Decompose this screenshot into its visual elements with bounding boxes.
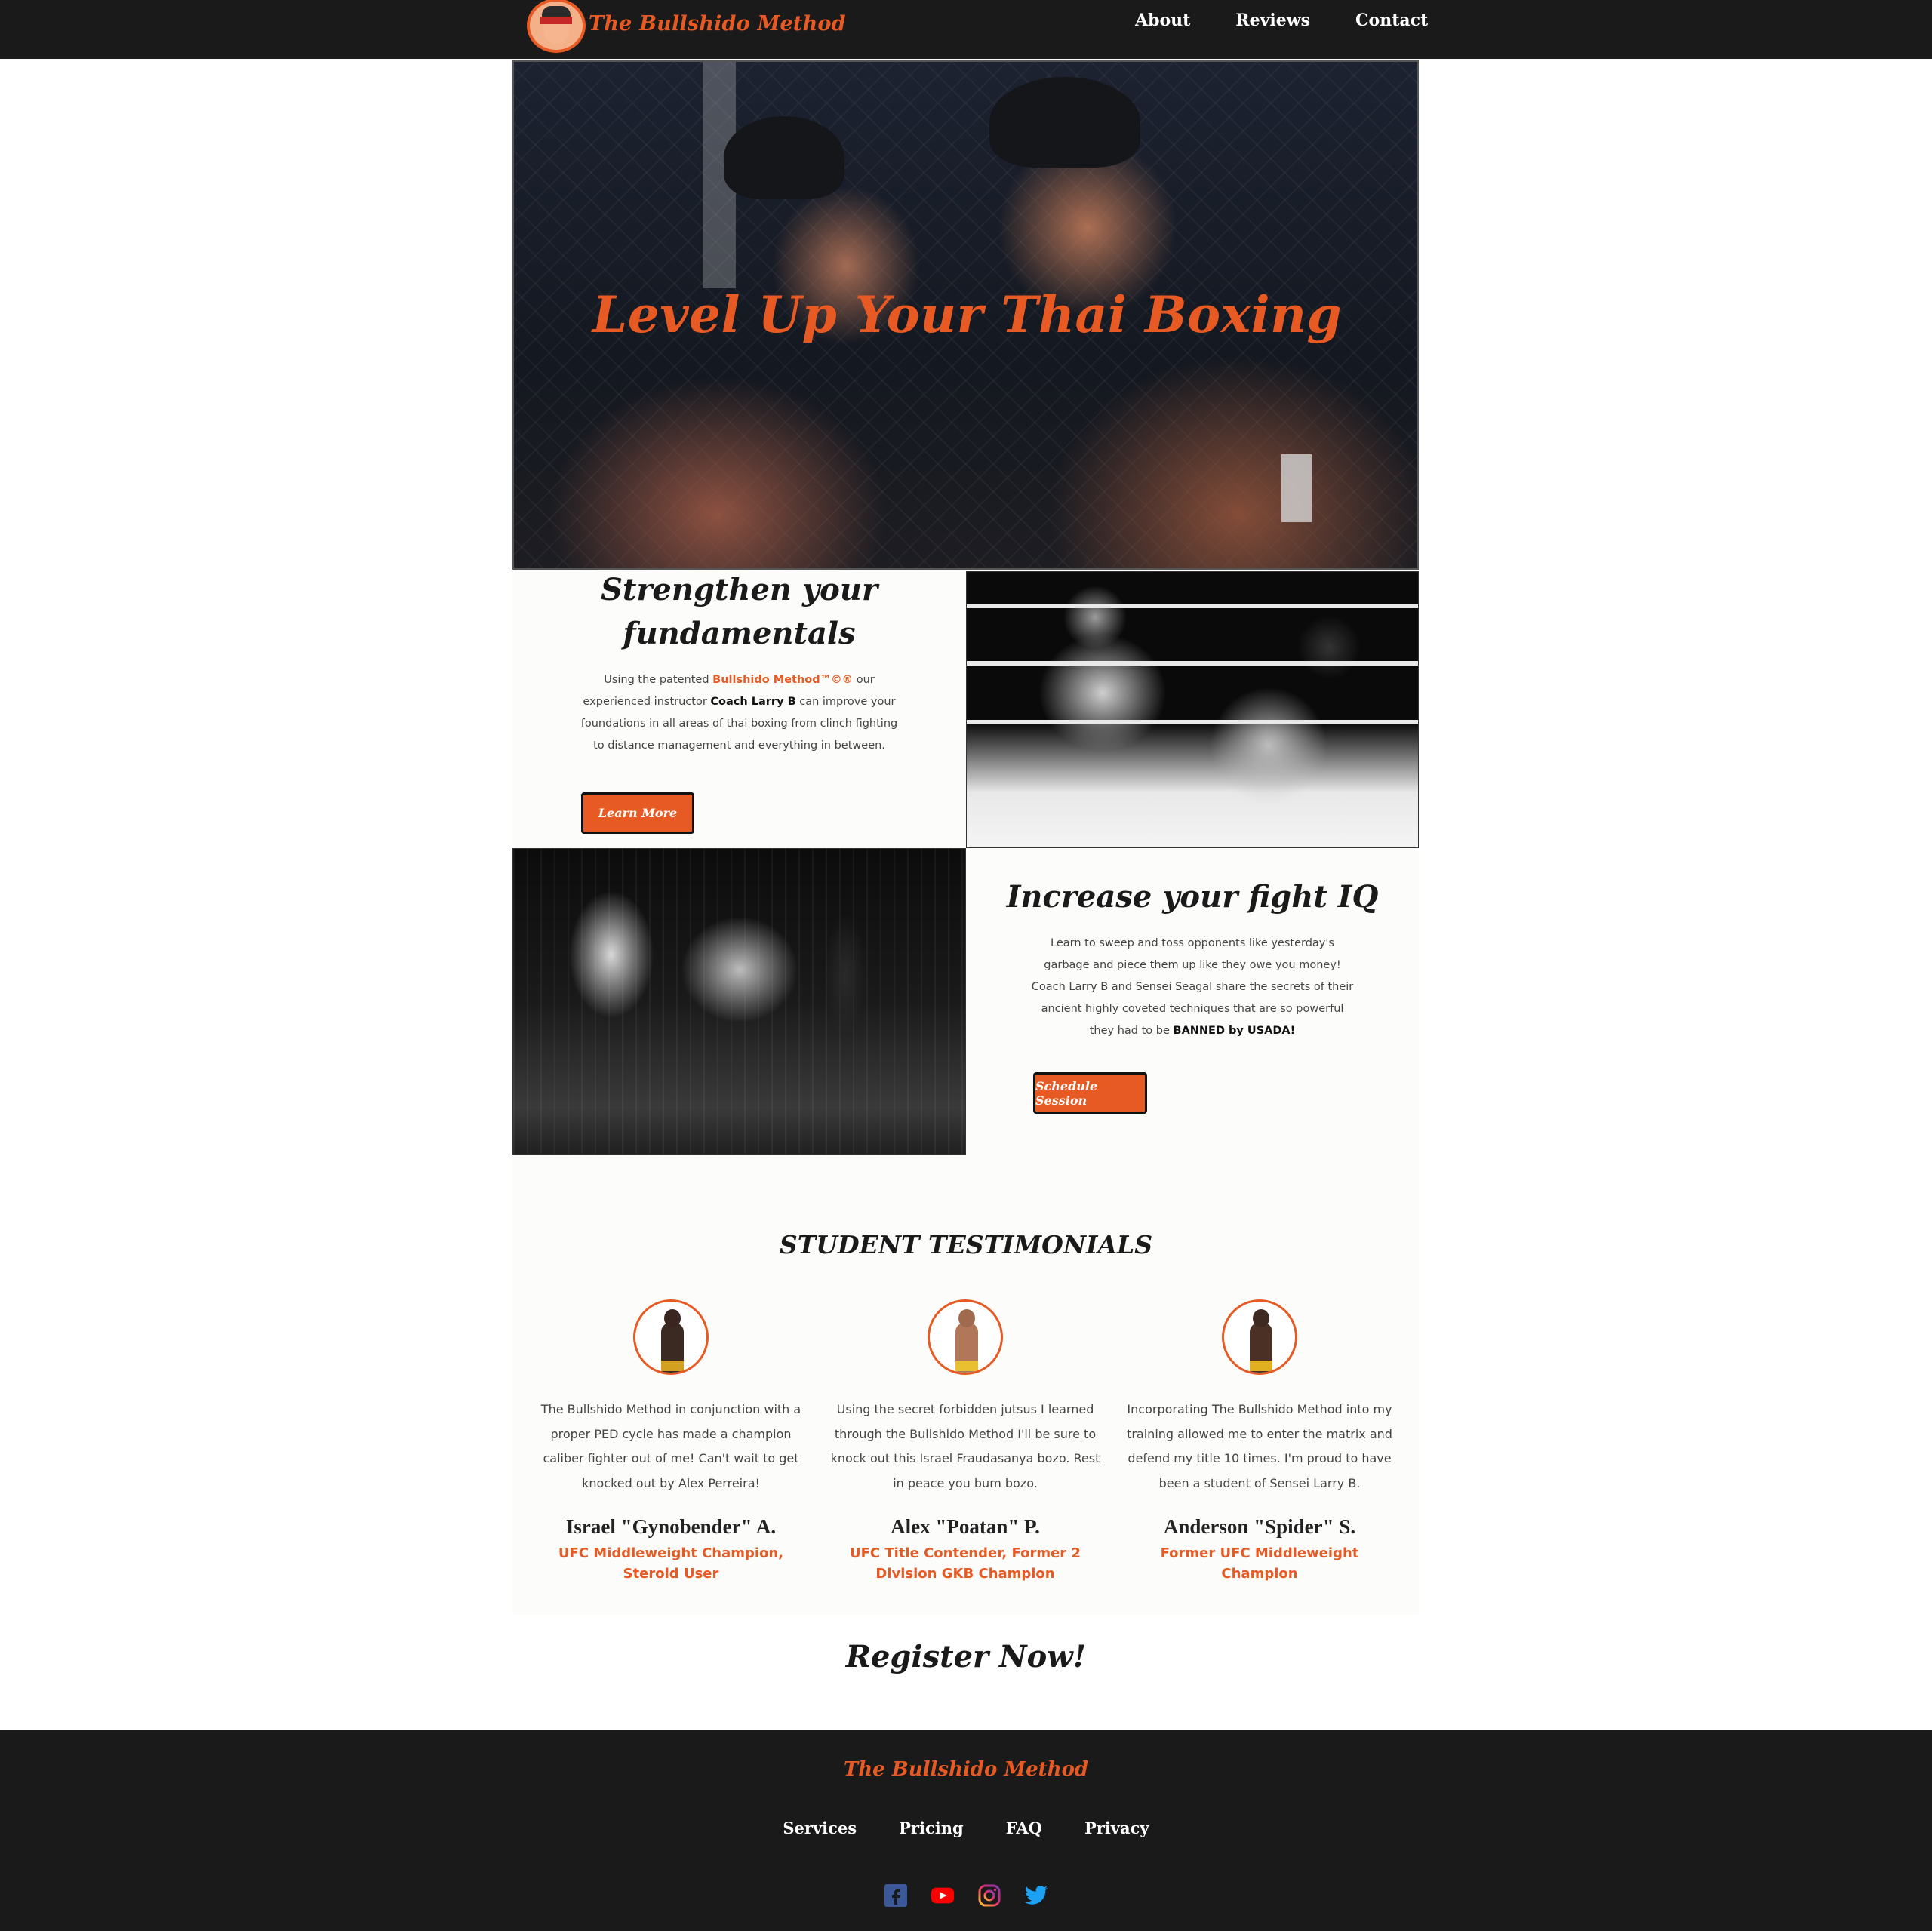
testimonial-role: UFC Title Contender, Former 2 Division G… — [850, 1545, 1081, 1582]
schedule-session-button[interactable]: Schedule Session — [1033, 1072, 1147, 1114]
testimonial-role: UFC Middleweight Champion, Steroid User — [558, 1545, 784, 1582]
footer-links: Services Pricing FAQ Privacy — [0, 1819, 1932, 1837]
testimonial-card: Using the secret forbidden jutsus I lear… — [829, 1398, 1101, 1584]
fight-iq-title: Increase your fight IQ — [1006, 879, 1379, 915]
fundamentals-title: Strengthen your fundamentals — [512, 568, 966, 656]
twitter-icon[interactable] — [1024, 1883, 1048, 1908]
hero-title: Level Up Your Thai Boxing — [592, 285, 1343, 344]
testimonial-quote: Incorporating The Bullshido Method into … — [1127, 1402, 1392, 1490]
instagram-icon[interactable] — [977, 1883, 1001, 1908]
learn-more-button[interactable]: Learn More — [581, 792, 694, 834]
social-links — [0, 1883, 1932, 1908]
footer-link-privacy[interactable]: Privacy — [1084, 1819, 1149, 1837]
avatar — [1222, 1299, 1297, 1375]
fundamentals-title-line1: Strengthen your — [600, 572, 878, 607]
footer: The Bullshido Method Services Pricing FA… — [0, 1730, 1932, 1931]
brand-logo[interactable]: The Bullshido Method — [527, 0, 846, 53]
hero-banner: Level Up Your Thai Boxing — [512, 60, 1419, 570]
top-nav: The Bullshido Method About Reviews Conta… — [0, 0, 1932, 59]
brand-highlight: Bullshido Method™©® — [712, 674, 854, 686]
banned-highlight: BANNED by USADA! — [1173, 1025, 1296, 1037]
brand-name: The Bullshido Method — [589, 11, 846, 35]
logo-mascot-icon — [527, 0, 586, 53]
nav-link-contact[interactable]: Contact — [1355, 11, 1428, 30]
fight-iq-body: Learn to sweep and toss opponents like y… — [1030, 933, 1355, 1042]
avatar — [633, 1299, 709, 1375]
body-text: Learn to sweep and toss opponents like y… — [1031, 937, 1354, 1037]
youtube-icon[interactable] — [931, 1883, 955, 1908]
footer-brand[interactable]: The Bullshido Method — [0, 1758, 1932, 1781]
testimonials-title: STUDENT TESTIMONIALS — [779, 1230, 1153, 1259]
nav-links: About Reviews Contact — [1135, 11, 1473, 30]
testimonial-role: Former UFC Middleweight Champion — [1160, 1545, 1359, 1582]
nav-link-about[interactable]: About — [1135, 11, 1190, 30]
testimonial-quote: The Bullshido Method in conjunction with… — [540, 1402, 801, 1490]
footer-link-services[interactable]: Services — [783, 1819, 857, 1837]
fundamentals-title-line2: fundamentals — [623, 616, 856, 651]
testimonial-card: The Bullshido Method in conjunction with… — [535, 1398, 807, 1584]
hero-fighter-right — [989, 77, 1140, 168]
nav-link-reviews[interactable]: Reviews — [1235, 11, 1310, 30]
footer-link-faq[interactable]: FAQ — [1006, 1819, 1042, 1837]
hero-fighter-left — [724, 116, 844, 199]
facebook-icon[interactable] — [884, 1883, 908, 1908]
sparring-photo — [966, 571, 1419, 848]
page: The Bullshido Method About Reviews Conta… — [0, 0, 1932, 1931]
testimonial-name: Israel "Gynobender" A. — [565, 1515, 777, 1538]
coach-name: Coach Larry B — [710, 696, 796, 708]
fundamentals-body: Using the patented Bullshido Method™©® o… — [581, 669, 898, 757]
testimonial-card: Incorporating The Bullshido Method into … — [1124, 1398, 1395, 1584]
register-now-heading[interactable]: Register Now! — [0, 1639, 1932, 1674]
avatar — [928, 1299, 1003, 1375]
testimonial-name: Anderson "Spider" S. — [1163, 1515, 1356, 1538]
testimonial-name: Alex "Poatan" P. — [891, 1515, 1040, 1538]
testimonial-quote: Using the secret forbidden jutsus I lear… — [830, 1402, 1100, 1490]
body-text: Using the patented — [604, 674, 713, 686]
hero-armband — [1281, 454, 1312, 522]
footer-link-pricing[interactable]: Pricing — [899, 1819, 964, 1837]
kick-photo — [512, 848, 966, 1155]
